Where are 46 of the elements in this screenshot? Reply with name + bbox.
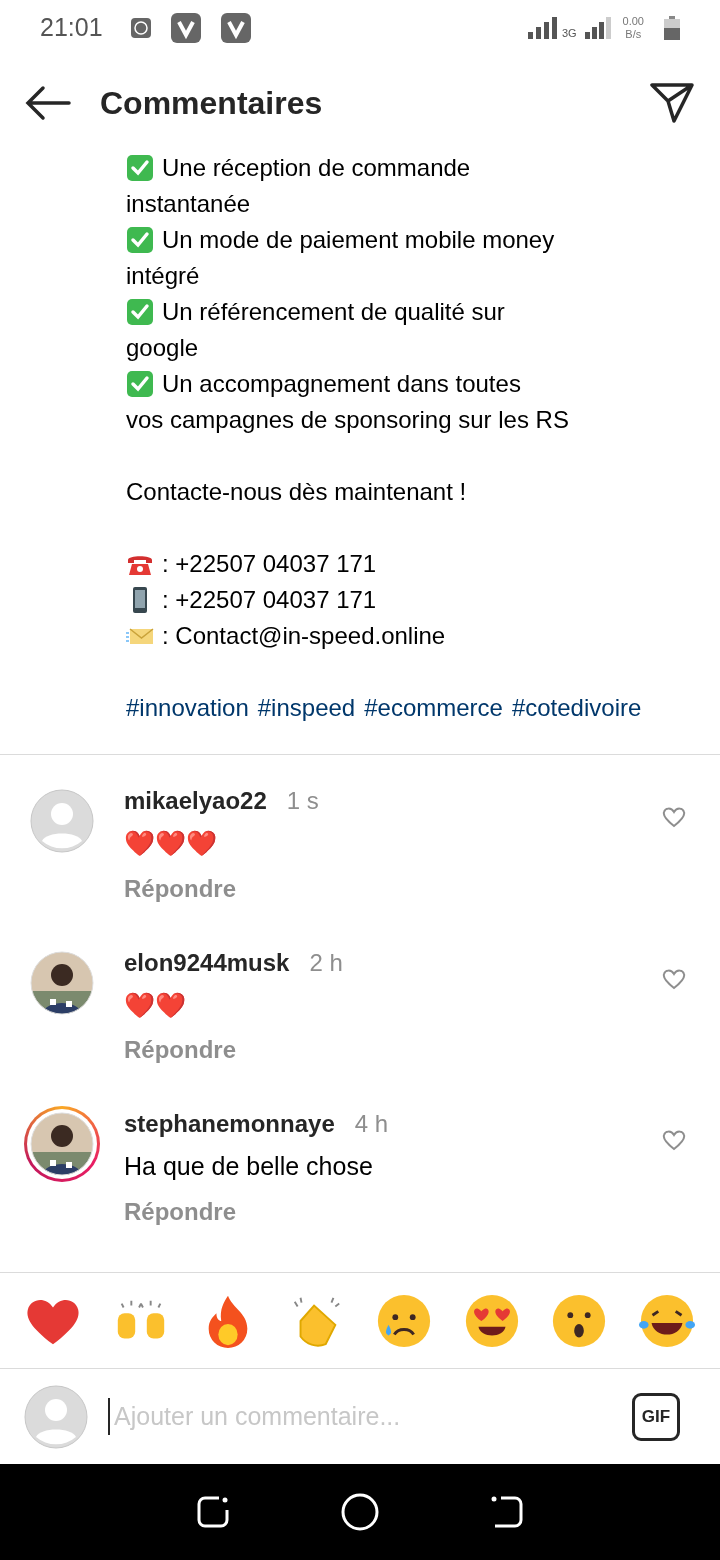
network-type: 3G [561, 25, 577, 41]
post-text: : Contact@in-speed.online [162, 621, 446, 651]
hashtag-link[interactable]: #inspeed [257, 690, 356, 726]
comment-input[interactable]: Ajouter un commentaire... [108, 1397, 612, 1436]
app-notification-icon [170, 13, 201, 43]
clock-time: 21:01 [40, 12, 103, 44]
hashtag-link[interactable]: #ecommerce [364, 690, 503, 726]
username[interactable]: mikaelyao22 [124, 783, 267, 819]
battery-icon [664, 16, 680, 40]
check-mark-icon [126, 298, 154, 326]
comment-time: 4 h [354, 1109, 389, 1139]
post-text: intégré [126, 262, 200, 289]
username[interactable]: elon9244musk [124, 944, 290, 981]
hashtag-link[interactable]: #innovation [126, 690, 249, 726]
check-mark-icon [126, 370, 154, 398]
post-text: vos campagnes de sponsoring sur les RS [126, 406, 569, 433]
signal-icon [584, 17, 611, 39]
comment-text: Ha que de belle chose [124, 1151, 373, 1182]
post-text: google [126, 334, 199, 361]
comment-time: 1 s [286, 786, 319, 816]
post-text: : +22507 04037 171 [162, 585, 377, 615]
recent-apps-button[interactable] [195, 1494, 231, 1530]
check-mark-icon [126, 154, 154, 182]
home-button[interactable] [341, 1493, 379, 1531]
default-avatar-icon [24, 1384, 88, 1449]
post-text: : +22507 04037 171 [162, 549, 377, 579]
signal-icon [527, 17, 558, 39]
check-mark-icon [126, 226, 154, 254]
network-speed-unit: B/s [625, 28, 642, 41]
post-text: Un accompagnement dans toutes [162, 369, 521, 399]
page-title: Commentaires [100, 84, 324, 123]
post-text: Un référencement de qualité sur [162, 297, 505, 327]
post-text: Contacte-nous dès maintenant ! [126, 477, 467, 507]
app-notification-icon [220, 13, 251, 43]
back-nav-button[interactable] [489, 1494, 525, 1530]
comment-time: 2 h [309, 947, 343, 978]
hashtag-link[interactable]: #cotedivoire [511, 690, 642, 726]
comment-text: ❤❤❤ [124, 828, 217, 859]
network-speed: 0.00 [622, 15, 644, 28]
comment-text: ❤❤ [124, 989, 186, 1021]
post-text: Une réception de commande [162, 153, 471, 183]
post-text: instantanée [126, 190, 251, 217]
gif-button[interactable]: GIF [632, 1392, 680, 1441]
post-text: Un mode de paiement mobile money [162, 225, 555, 255]
username[interactable]: stephanemonnaye [124, 1106, 335, 1142]
coin-app-icon [130, 18, 151, 38]
